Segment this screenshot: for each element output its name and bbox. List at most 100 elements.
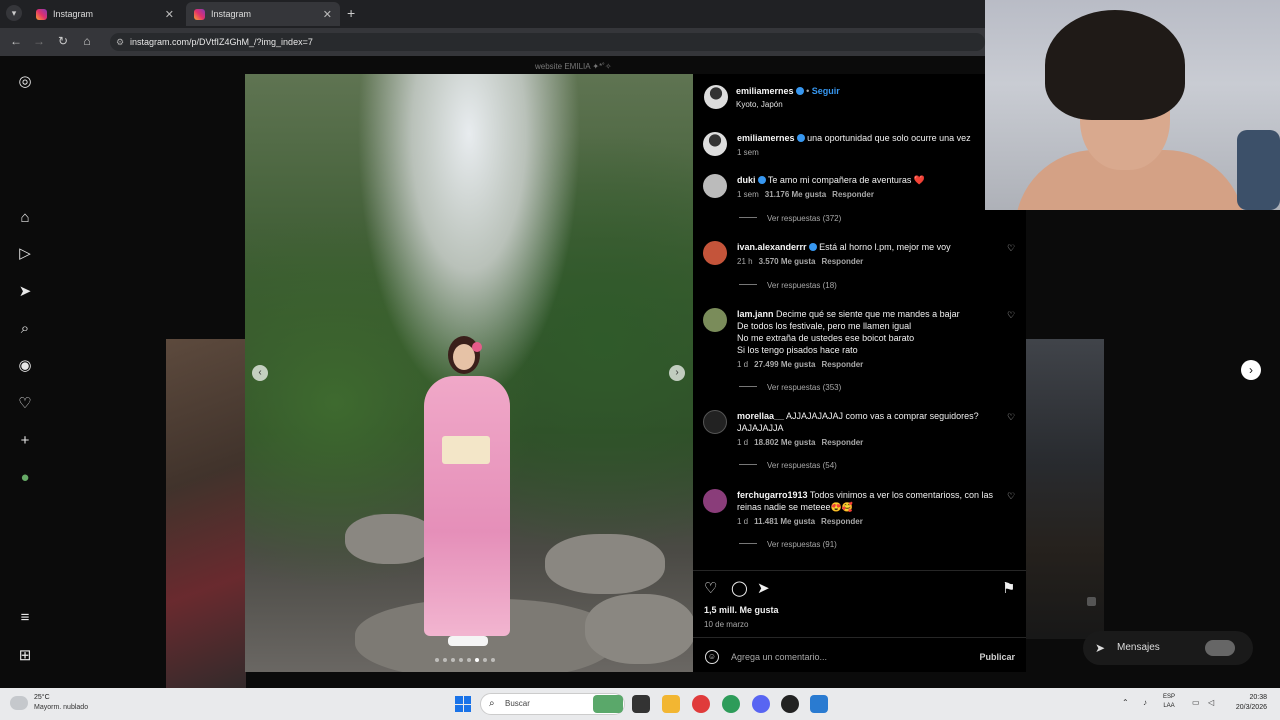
- instagram-icon[interactable]: ◎: [16, 73, 34, 91]
- post-location[interactable]: Kyoto, Japón: [736, 100, 783, 109]
- share-icon[interactable]: ➤: [757, 579, 770, 597]
- search-icon[interactable]: ⌕: [16, 320, 34, 338]
- explore-icon[interactable]: ◉: [16, 357, 34, 375]
- weather-temperature[interactable]: 25°C: [34, 694, 50, 701]
- close-tab-icon[interactable]: ✕: [323, 8, 332, 21]
- post-author-username[interactable]: emiliamernes: [736, 86, 794, 96]
- emoji-icon[interactable]: ☺: [705, 650, 719, 664]
- language-code: ESP: [1163, 694, 1176, 700]
- carousel-dot-active: [475, 658, 479, 662]
- comment-username[interactable]: morellaa__: [737, 411, 784, 421]
- back-icon[interactable]: ←: [8, 34, 24, 48]
- comment-body-line: JAJAJAJJA: [737, 423, 784, 433]
- likes-count[interactable]: 1,5 mill. Me gusta: [704, 605, 779, 615]
- avatar[interactable]: [703, 489, 727, 513]
- home-icon[interactable]: ⌂: [16, 209, 34, 227]
- reply-button[interactable]: Responder: [822, 360, 864, 369]
- comment-likes[interactable]: 27.499 Me gusta: [754, 360, 815, 369]
- language-indicator[interactable]: ESP LAA: [1163, 693, 1175, 711]
- photo-prev-icon[interactable]: ‹: [252, 365, 268, 381]
- next-post-preview[interactable]: [1026, 339, 1104, 639]
- reload-icon[interactable]: ↻: [55, 34, 71, 48]
- view-replies-button[interactable]: Ver respuestas (372): [739, 214, 841, 223]
- comment-username[interactable]: lam.jann: [737, 309, 774, 319]
- profile-icon[interactable]: ●: [16, 469, 34, 487]
- like-comment-icon[interactable]: ♡: [1007, 243, 1015, 254]
- view-replies-button[interactable]: Ver respuestas (353): [739, 383, 841, 392]
- avatar[interactable]: [703, 308, 727, 332]
- home-browser-icon[interactable]: ⌂: [79, 34, 95, 48]
- reply-button[interactable]: Responder: [822, 257, 864, 266]
- reply-button[interactable]: Responder: [822, 438, 864, 447]
- view-replies-button[interactable]: Ver respuestas (54): [739, 461, 837, 470]
- tab-instagram-1[interactable]: Instagram ✕: [28, 2, 182, 26]
- comment-likes[interactable]: 3.570 Me gusta: [759, 257, 816, 266]
- comments-list[interactable]: emiliamernes una oportunidad que solo oc…: [693, 122, 1026, 570]
- comment-likes[interactable]: 11.481 Me gusta: [754, 517, 815, 526]
- chrome-icon[interactable]: [722, 695, 740, 713]
- like-comment-icon[interactable]: ♡: [1007, 412, 1015, 423]
- create-icon[interactable]: +: [16, 432, 34, 450]
- save-icon[interactable]: ⚑: [1002, 579, 1015, 597]
- send-icon[interactable]: ➤: [16, 283, 34, 301]
- view-replies-button[interactable]: Ver respuestas (18): [739, 281, 837, 290]
- system-clock[interactable]: 20:38 20/3/2026: [1225, 693, 1267, 713]
- next-post-icon[interactable]: ›: [1241, 360, 1261, 380]
- close-tab-icon[interactable]: ✕: [165, 8, 174, 21]
- forward-icon[interactable]: →: [31, 34, 47, 48]
- comment-likes[interactable]: 18.802 Me gusta: [754, 438, 815, 447]
- tab-instagram-2[interactable]: Instagram ✕: [186, 2, 340, 26]
- reels-icon[interactable]: ▷: [16, 245, 34, 263]
- comment-username[interactable]: duki: [737, 175, 756, 185]
- comment-input[interactable]: Agrega un comentario...: [731, 652, 827, 662]
- microphone-icon[interactable]: ♪: [1143, 698, 1147, 707]
- obs-icon[interactable]: [781, 695, 799, 713]
- avatar[interactable]: [703, 132, 727, 156]
- avatar[interactable]: [703, 174, 727, 198]
- photo-next-icon[interactable]: ›: [669, 365, 685, 381]
- site-info-icon[interactable]: ⚙: [116, 33, 124, 51]
- apps-icon[interactable]: ⊞: [16, 647, 34, 665]
- discord-icon[interactable]: [752, 695, 770, 713]
- url-field[interactable]: ⚙ instagram.com/p/DVtfIZ4GhM_/?img_index…: [110, 33, 985, 51]
- like-comment-icon[interactable]: ♡: [1007, 491, 1015, 502]
- tray-expand-icon[interactable]: ⌃: [1122, 698, 1129, 707]
- file-explorer-icon[interactable]: [662, 695, 680, 713]
- weather-description[interactable]: Mayorm. nublado: [34, 704, 88, 711]
- separator-dot: •: [806, 86, 810, 96]
- reply-button[interactable]: Responder: [821, 517, 863, 526]
- comment-likes[interactable]: 31.176 Me gusta: [765, 190, 826, 199]
- comment-time: 1 d: [737, 360, 749, 369]
- heart-icon[interactable]: ♡: [16, 395, 34, 413]
- view-replies-button[interactable]: Ver respuestas (91): [739, 540, 837, 549]
- volume-icon[interactable]: ◁: [1208, 698, 1214, 707]
- reply-button[interactable]: Responder: [832, 190, 874, 199]
- avatar[interactable]: [703, 241, 727, 265]
- comment-username[interactable]: ivan.alexanderrr: [737, 242, 807, 252]
- post-photo[interactable]: ‹ ›: [245, 74, 693, 672]
- comment-time: 1 d: [737, 517, 749, 526]
- network-icon[interactable]: ▭: [1192, 698, 1200, 707]
- like-icon[interactable]: ♡: [704, 579, 717, 597]
- like-comment-icon[interactable]: ♡: [1007, 310, 1015, 321]
- terminal-icon[interactable]: [632, 695, 650, 713]
- search-highlight-icon[interactable]: [593, 695, 623, 713]
- follow-button[interactable]: Seguir: [812, 86, 840, 96]
- comment-icon[interactable]: ◯: [731, 579, 748, 597]
- publish-button[interactable]: Publicar: [979, 652, 1015, 662]
- avatar[interactable]: [704, 85, 728, 109]
- messages-button[interactable]: ➤ Mensajes: [1083, 631, 1253, 665]
- previous-post-preview[interactable]: [166, 339, 246, 688]
- comment-username[interactable]: ferchugarro1913: [737, 490, 808, 500]
- cloud-icon[interactable]: [10, 696, 28, 710]
- menu-icon[interactable]: ≡: [16, 609, 34, 627]
- caption-time: 1 sem: [737, 148, 759, 157]
- tab-search-icon[interactable]: ▾: [6, 5, 22, 21]
- caption-username[interactable]: emiliamernes: [737, 133, 795, 143]
- windows-start-icon[interactable]: [455, 696, 471, 712]
- new-tab-icon[interactable]: +: [347, 5, 355, 21]
- avatar[interactable]: [703, 410, 727, 434]
- opera-icon[interactable]: [692, 695, 710, 713]
- post-actions: ♡ ◯ ➤ ⚑ 1,5 mill. Me gusta 10 de marzo ☺…: [693, 570, 1026, 672]
- vscode-icon[interactable]: [810, 695, 828, 713]
